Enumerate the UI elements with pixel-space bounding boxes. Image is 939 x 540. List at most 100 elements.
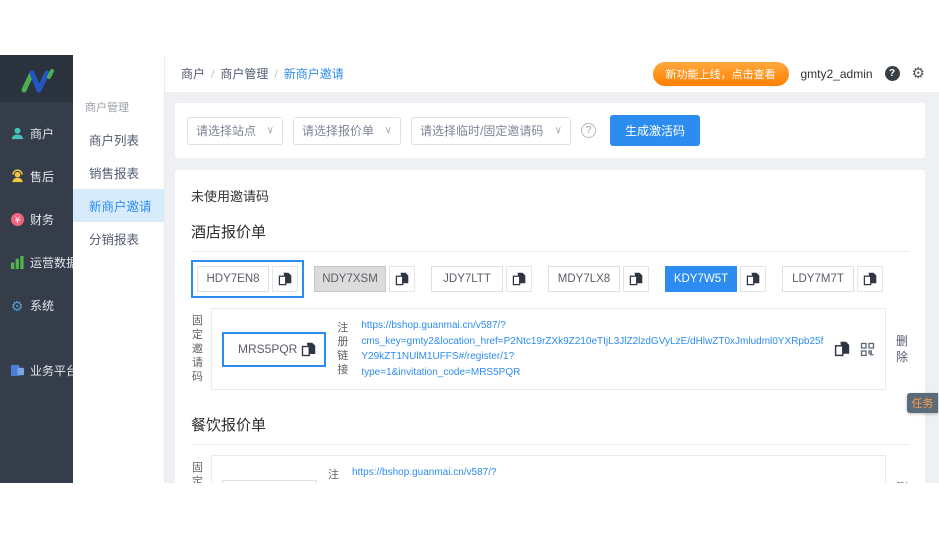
sidebar-item-label: 财务 — [30, 213, 55, 227]
quotation-select-placeholder: 请选择报价单 — [302, 124, 375, 138]
qr-code-icon — [860, 342, 875, 356]
copy-icon — [834, 341, 850, 357]
register-link-url[interactable]: https://bshop.guanmai.cn/v587/? cms_key=… — [352, 465, 824, 483]
copy-code-button[interactable] — [740, 266, 766, 292]
sidebar-item-merchant[interactable]: 商户 — [0, 112, 73, 155]
headset-icon — [9, 169, 25, 185]
chevron-down-icon: ∨ — [554, 125, 562, 136]
fixed-code-label: 固定邀请码 — [192, 315, 203, 383]
logo-icon — [21, 68, 54, 92]
copy-link-button[interactable] — [834, 341, 850, 357]
quotation-select[interactable]: 请选择报价单 ∨ — [293, 116, 401, 145]
filter-help-icon[interactable]: ? — [581, 123, 596, 138]
copy-icon — [395, 272, 409, 286]
code-type-select-placeholder: 请选择临时/固定邀请码 — [420, 124, 544, 138]
submenu-panel: 商户管理 商户列表 销售报表 新商户邀请 分销报表 — [73, 55, 165, 483]
submenu-item-sales-report[interactable]: 销售报表 — [73, 156, 164, 189]
submenu-title: 商户管理 — [85, 102, 129, 114]
breadcrumb-item[interactable]: 商户管理 — [220, 65, 268, 82]
submenu-item-merchant-list[interactable]: 商户列表 — [73, 123, 164, 156]
finance-yuan-icon: ¥ — [9, 212, 25, 228]
copy-icon — [512, 272, 526, 286]
main-content: 请选择站点 ∨ 请选择报价单 ∨ 请选择临时/固定邀请码 ∨ ? 生成激活码 未… — [165, 93, 939, 483]
svg-text:¥: ¥ — [14, 215, 20, 225]
topbar-right: 新功能上线，点击查看 gmty2_admin ? ⚙ — [652, 61, 925, 86]
sidebar: 商户 售后 ¥ 财务 运营数据 ⚙ 系统 业务平台 — [0, 55, 78, 483]
app-logo[interactable] — [0, 55, 73, 102]
copy-code-button[interactable] — [506, 266, 532, 292]
gear-icon: ⚙ — [10, 297, 24, 314]
fixed-code-chip-selected[interactable]: MRS5PQR — [222, 331, 327, 367]
copy-code-button[interactable] — [389, 266, 415, 292]
register-link-label: 注册链接 — [328, 469, 340, 481]
submenu-item-new-merchant-invite[interactable]: 新商户邀请 — [73, 189, 164, 222]
breadcrumb: 商户 / 商户管理 / 新商户邀请 — [181, 65, 344, 82]
site-select[interactable]: 请选择站点 ∨ — [187, 116, 283, 145]
sidebar-item-business-platform[interactable]: 业务平台 — [0, 349, 78, 392]
copy-icon — [278, 272, 292, 286]
register-link-url[interactable]: https://bshop.guanmai.cn/v587/? cms_key=… — [361, 318, 824, 380]
task-tab-button[interactable]: 任务 — [907, 393, 938, 413]
register-link-card: MRS5PQR 注册链接 https://bshop.guanmai.cn/v5… — [211, 308, 886, 390]
fixed-invite-row-catering: 固定邀请码 F525Q8D 注册链接 https://bshop.guanmai… — [191, 455, 909, 483]
bar-chart-icon — [9, 255, 25, 271]
generate-activation-code-button[interactable]: 生成激活码 — [610, 115, 701, 146]
copy-code-button[interactable] — [623, 266, 649, 292]
copy-icon — [302, 342, 316, 356]
merchant-person-icon — [9, 126, 25, 142]
fixed-code-chip[interactable]: F525Q8D — [222, 479, 318, 483]
invite-code-chip[interactable]: LDY7M7T — [782, 266, 854, 292]
site-select-placeholder: 请选择站点 — [196, 124, 257, 138]
sidebar-item-finance[interactable]: ¥ 财务 — [0, 198, 73, 241]
sidebar-item-aftersales[interactable]: 售后 — [0, 155, 73, 198]
breadcrumb-current: 新商户邀请 — [283, 67, 344, 81]
platform-icon — [9, 363, 25, 379]
sidebar-item-operations[interactable]: 运营数据 — [0, 241, 78, 284]
delete-code-button[interactable]: 删除 — [895, 480, 909, 483]
invite-code-chip[interactable]: HDY7EN8 — [197, 266, 269, 292]
sidebar-item-label: 业务平台 — [30, 364, 79, 378]
sidebar-item-label: 商户 — [30, 127, 55, 141]
copy-icon — [863, 272, 877, 286]
hotel-quotation-title: 酒店报价单 — [191, 221, 909, 252]
app-window: 商户 售后 ¥ 财务 运营数据 ⚙ 系统 业务平台 商户管理 商户列表 销售报表… — [0, 55, 939, 483]
chevron-down-icon: ∨ — [266, 125, 274, 136]
copy-icon — [746, 272, 760, 286]
help-icon[interactable]: ? — [884, 66, 900, 81]
copy-code-button[interactable] — [272, 266, 298, 292]
invite-code-chip[interactable]: JDY7LTT — [431, 266, 503, 292]
register-link-label: 注册链接 — [337, 322, 349, 376]
new-feature-notice-button[interactable]: 新功能上线，点击查看 — [652, 61, 789, 86]
username[interactable]: gmty2_admin — [801, 67, 873, 81]
code-type-select[interactable]: 请选择临时/固定邀请码 ∨ — [411, 116, 571, 145]
code-chip-group: JDY7LTT — [425, 260, 538, 298]
chevron-down-icon: ∨ — [384, 125, 392, 136]
sidebar-item-label: 售后 — [30, 170, 55, 184]
delete-code-button[interactable]: 删除 — [895, 333, 909, 365]
main-column: 商户 / 商户管理 / 新商户邀请 新功能上线，点击查看 gmty2_admin… — [165, 55, 939, 483]
invite-code-chip-active[interactable]: KDY7W5T — [665, 266, 737, 292]
breadcrumb-separator: / — [211, 66, 215, 81]
sidebar-item-system[interactable]: ⚙ 系统 — [0, 284, 73, 327]
settings-gear-icon[interactable]: ⚙ — [912, 66, 925, 81]
code-chip-group: NDY7XSM — [308, 260, 421, 298]
invite-code-chip[interactable]: MDY7LX8 — [548, 266, 620, 292]
breadcrumb-item[interactable]: 商户 — [181, 65, 205, 82]
unused-codes-title: 未使用邀请码 — [191, 189, 270, 204]
copy-code-button[interactable] — [857, 266, 883, 292]
copy-icon — [629, 272, 643, 286]
sidebar-item-label: 运营数据 — [30, 256, 79, 270]
submenu-item-distribution-report[interactable]: 分销报表 — [73, 222, 164, 255]
code-chip-group-selected: HDY7EN8 — [191, 260, 304, 298]
code-chip-group: KDY7W5T — [659, 260, 772, 298]
fixed-code-value: MRS5PQR — [238, 342, 298, 356]
qr-code-button[interactable] — [860, 342, 875, 357]
register-link-card: F525Q8D 注册链接 https://bshop.guanmai.cn/v5… — [211, 455, 886, 483]
breadcrumb-separator: / — [274, 66, 278, 81]
code-chip-group: MDY7LX8 — [542, 260, 655, 298]
filter-bar: 请选择站点 ∨ 请选择报价单 ∨ 请选择临时/固定邀请码 ∨ ? 生成激活码 — [175, 103, 925, 158]
invitation-codes-card: 未使用邀请码 酒店报价单 HDY7EN8 NDY7XSM JDY7LTT MDY… — [175, 170, 925, 483]
code-chip-row: HDY7EN8 NDY7XSM JDY7LTT MDY7LX8 KDY7W5T … — [191, 260, 909, 298]
fixed-invite-row-hotel: 固定邀请码 MRS5PQR 注册链接 https://bshop.guanmai… — [191, 308, 909, 390]
invite-code-chip[interactable]: NDY7XSM — [314, 266, 386, 292]
